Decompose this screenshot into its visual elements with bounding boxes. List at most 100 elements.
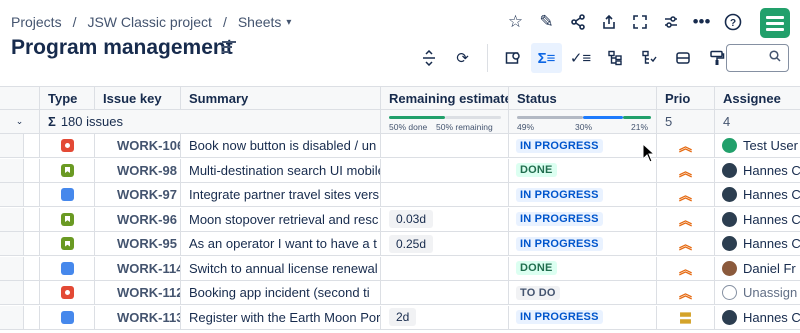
- remaining-estimate-cell[interactable]: [381, 158, 509, 182]
- row-gutter: [0, 305, 24, 329]
- priority-medium-icon[interactable]: 〓: [657, 305, 715, 329]
- status-badge: DONE: [516, 261, 557, 275]
- status-badge: IN PROGRESS: [516, 236, 603, 251]
- column-header-prio[interactable]: Prio: [657, 87, 715, 109]
- status-cell[interactable]: IN PROGRESS: [509, 207, 657, 231]
- remaining-estimate-cell[interactable]: [381, 281, 509, 304]
- issue-summary[interactable]: Multi-destination search UI mobile: [181, 158, 381, 182]
- assignee-cell[interactable]: Test User: [715, 134, 800, 157]
- status-done-text: 21%: [631, 122, 649, 132]
- row-gutter: [0, 281, 24, 304]
- status-cell[interactable]: IN PROGRESS: [509, 134, 657, 157]
- assignee-name: Daniel Fr: [743, 260, 796, 276]
- table-row[interactable]: WORK-97 Integrate partner travel sites v…: [0, 183, 800, 207]
- issue-key[interactable]: WORK-106: [95, 134, 181, 157]
- issue-key[interactable]: WORK-97: [95, 183, 181, 206]
- assignee-cell[interactable]: Hannes C: [715, 159, 800, 182]
- issue-key[interactable]: WORK-112: [95, 281, 181, 304]
- settings-sliders-icon[interactable]: [655, 8, 686, 36]
- assignee-cell[interactable]: Hannes C: [715, 183, 800, 206]
- priority-high-icon[interactable]: ︽: [657, 207, 715, 231]
- issue-key[interactable]: WORK-113: [95, 305, 181, 329]
- assignee-name: Hannes C: [743, 162, 800, 178]
- assignee-cell[interactable]: Hannes C: [715, 208, 800, 231]
- fullscreen-icon[interactable]: [624, 8, 655, 36]
- issue-key[interactable]: WORK-114: [95, 256, 181, 280]
- remaining-estimate-cell[interactable]: [381, 183, 509, 206]
- table-row[interactable]: WORK-98 Multi-destination search UI mobi…: [0, 158, 800, 183]
- refresh-icon[interactable]: ⟳: [447, 43, 478, 73]
- status-cell[interactable]: TO DO: [509, 281, 657, 304]
- bug-type-icon: [61, 139, 74, 152]
- remaining-estimate-cell[interactable]: [381, 134, 509, 157]
- column-header-key[interactable]: Issue key: [95, 87, 181, 109]
- export-icon[interactable]: [593, 8, 624, 36]
- view-icon[interactable]: [497, 43, 528, 73]
- priority-high-icon[interactable]: ︽: [657, 281, 715, 304]
- row-height-icon[interactable]: [667, 43, 698, 73]
- remaining-estimate: 0.03d: [389, 210, 434, 228]
- remaining-estimate-cell[interactable]: 0.03d: [381, 207, 509, 231]
- help-icon[interactable]: ?: [717, 8, 748, 36]
- chevron-down-icon[interactable]: ⌄: [0, 110, 40, 133]
- issue-summary[interactable]: Register with the Earth Moon Por: [181, 305, 381, 329]
- issue-key[interactable]: WORK-95: [95, 232, 181, 255]
- collapse-rows-icon[interactable]: [413, 43, 444, 73]
- toolbar-divider: [487, 44, 488, 72]
- column-header-status[interactable]: Status: [509, 87, 657, 109]
- column-header-assignee[interactable]: Assignee: [715, 87, 800, 109]
- chevron-down-icon[interactable]: ▾: [286, 17, 291, 28]
- issue-summary[interactable]: As an operator I want to have a t: [181, 232, 381, 255]
- breadcrumb-project[interactable]: JSW Classic project: [87, 14, 211, 30]
- column-header-type[interactable]: Type: [40, 87, 95, 109]
- share-icon[interactable]: [562, 8, 593, 36]
- issue-summary[interactable]: Integrate partner travel sites vers: [181, 183, 381, 206]
- issue-summary[interactable]: Moon stopover retrieval and resc: [181, 207, 381, 231]
- issue-key[interactable]: WORK-96: [95, 207, 181, 231]
- status-cell[interactable]: DONE: [509, 256, 657, 280]
- issue-summary[interactable]: Switch to annual license renewal: [181, 256, 381, 280]
- assignee-cell[interactable]: Unassign: [715, 281, 800, 304]
- sum-icon[interactable]: Σ≡: [531, 43, 562, 73]
- issue-key[interactable]: WORK-98: [95, 158, 181, 182]
- assignee-cell[interactable]: Daniel Fr: [715, 257, 800, 280]
- star-icon[interactable]: ☆: [500, 8, 531, 36]
- table-row[interactable]: WORK-106 Book now button is disabled / u…: [0, 134, 800, 158]
- table-row[interactable]: WORK-112 Booking app incident (second ti…: [0, 281, 800, 305]
- assignee-cell[interactable]: Hannes C: [715, 232, 800, 255]
- breadcrumb-projects[interactable]: Projects: [11, 14, 62, 30]
- remaining-estimate-cell[interactable]: [381, 256, 509, 280]
- title-menu-icon[interactable]: [222, 41, 236, 55]
- hierarchy-icon[interactable]: [599, 43, 630, 73]
- table-row[interactable]: WORK-113 Register with the Earth Moon Po…: [0, 305, 800, 330]
- assignee-cell[interactable]: Hannes C: [715, 306, 800, 329]
- breadcrumb-sheets[interactable]: Sheets: [238, 14, 282, 30]
- checklist-icon[interactable]: ✓≡: [565, 43, 596, 73]
- search-input[interactable]: [726, 44, 789, 72]
- priority-high-icon[interactable]: ︽: [657, 183, 715, 206]
- priority-high-icon[interactable]: ︽: [657, 256, 715, 280]
- table-row[interactable]: WORK-96 Moon stopover retrieval and resc…: [0, 207, 800, 232]
- status-cell[interactable]: DONE: [509, 158, 657, 182]
- more-icon[interactable]: •••: [686, 8, 717, 36]
- remaining-estimate-cell[interactable]: 2d: [381, 305, 509, 329]
- priority-high-icon[interactable]: ︽: [657, 158, 715, 182]
- priority-high-icon[interactable]: ︽: [657, 232, 715, 255]
- issue-summary[interactable]: Booking app incident (second ti: [181, 281, 381, 304]
- priority-high-icon[interactable]: ︽: [657, 134, 715, 157]
- issue-summary[interactable]: Book now button is disabled / un: [181, 134, 381, 157]
- status-cell[interactable]: IN PROGRESS: [509, 232, 657, 255]
- story-type-icon: [61, 163, 74, 177]
- table-row[interactable]: WORK-114 Switch to annual license renewa…: [0, 256, 800, 281]
- status-cell[interactable]: IN PROGRESS: [509, 183, 657, 206]
- table-row[interactable]: WORK-95 As an operator I want to have a …: [0, 232, 800, 256]
- edit-icon[interactable]: ✎: [531, 8, 562, 36]
- app-logo-icon[interactable]: [760, 8, 790, 38]
- column-header-estimate[interactable]: Remaining estimate: [381, 87, 509, 109]
- status-cell[interactable]: IN PROGRESS: [509, 305, 657, 329]
- column-header-summary[interactable]: Summary: [181, 87, 381, 109]
- assignee-name: Unassign: [743, 285, 798, 300]
- hierarchy-filter-icon[interactable]: [633, 43, 664, 73]
- status-badge: IN PROGRESS: [516, 138, 603, 153]
- remaining-estimate-cell[interactable]: 0.25d: [381, 232, 509, 255]
